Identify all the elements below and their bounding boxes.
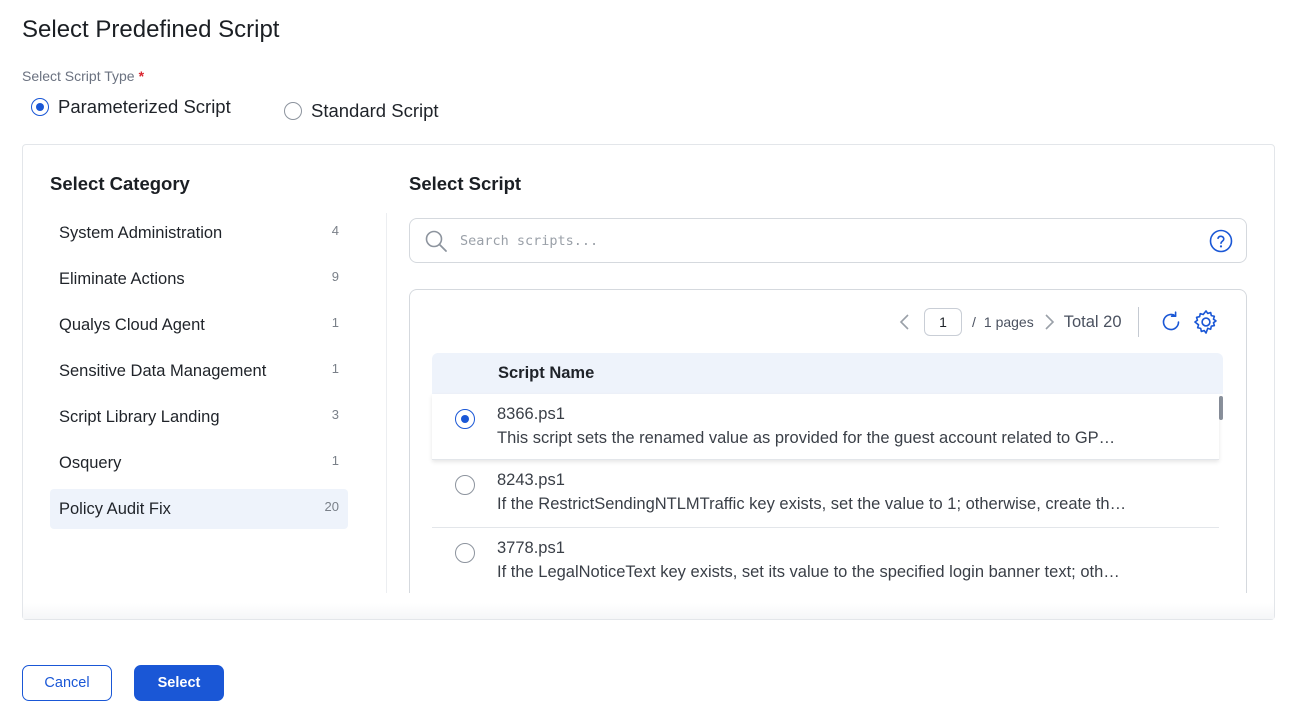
row-radio-checked[interactable] [455,409,475,429]
script-description: This script sets the renamed value as pr… [497,429,1116,447]
script-type-label: Select Script Type * [22,68,144,84]
script-selection-panel: Select Category System Administration 4 … [22,144,1275,620]
dialog-title: Select Predefined Script [22,16,280,43]
scrollbar-thumb[interactable] [1219,396,1223,420]
radio-label-parameterized: Parameterized Script [58,96,231,117]
category-count: 4 [331,222,339,238]
select-script-title: Select Script [409,173,522,194]
category-item-script-library-landing[interactable]: Script Library Landing 3 [50,397,348,437]
radio-button-checked[interactable] [31,98,49,116]
table-row[interactable]: 3778.ps1 If the LegalNoticeText key exis… [432,528,1219,593]
script-search-box [409,218,1247,263]
category-label: Script Library Landing [59,407,220,426]
category-count: 20 [324,498,339,514]
page-number-input[interactable] [924,308,962,336]
script-description: If the LegalNoticeText key exists, set i… [497,563,1120,581]
radio-button-unchecked[interactable] [284,102,302,120]
table-row[interactable]: 8366.ps1 This script sets the renamed va… [432,394,1219,460]
total-count: Total 20 [1063,312,1122,331]
page-separator: / [972,314,976,330]
category-count: 1 [331,360,339,376]
script-name: 8366.ps1 [497,405,565,423]
category-label: Policy Audit Fix [59,499,171,518]
select-button[interactable]: Select [134,665,224,701]
column-header-script-name[interactable]: Script Name [498,364,594,383]
help-icon[interactable] [1209,229,1233,258]
panel-bottom-fade [23,603,1274,619]
search-icon [424,229,448,258]
gear-icon[interactable] [1193,309,1219,335]
category-item-qualys-cloud-agent[interactable]: Qualys Cloud Agent 1 [50,305,348,345]
category-count: 9 [331,268,339,284]
script-table-body: 8366.ps1 This script sets the renamed va… [432,394,1219,593]
pages-label: 1 pages [983,314,1034,330]
category-label: Qualys Cloud Agent [59,315,205,334]
search-input[interactable] [460,229,1180,253]
script-table-container: / 1 pages Total 20 Script Name [409,289,1247,593]
script-name: 8243.ps1 [497,471,565,489]
row-radio-unchecked[interactable] [455,543,475,563]
pagination-bar: / 1 pages Total 20 [898,307,1219,337]
category-label: Eliminate Actions [59,269,185,288]
category-count: 1 [331,452,339,468]
radio-standard-script[interactable]: Standard Script [284,100,439,122]
table-header: Script Name [432,353,1223,394]
category-count: 1 [331,314,339,330]
chevron-right-icon[interactable] [1042,312,1056,332]
required-asterisk: * [138,68,145,84]
select-predefined-script-dialog: Select Predefined Script Select Script T… [0,0,1307,715]
panel-divider [386,213,387,593]
refresh-icon[interactable] [1159,310,1183,334]
radio-label-standard: Standard Script [311,100,439,121]
category-item-osquery[interactable]: Osquery 1 [50,443,348,483]
select-category-title: Select Category [50,173,190,194]
script-type-label-text: Select Script Type [22,68,135,84]
radio-parameterized-script[interactable]: Parameterized Script [31,96,231,118]
script-name: 3778.ps1 [497,539,565,557]
category-item-sensitive-data-management[interactable]: Sensitive Data Management 1 [50,351,348,391]
chevron-left-icon[interactable] [898,312,912,332]
category-item-system-administration[interactable]: System Administration 4 [50,213,348,253]
table-scrollbar[interactable] [1219,394,1224,593]
cancel-button[interactable]: Cancel [22,665,112,701]
category-label: Osquery [59,453,122,472]
toolbar-divider [1137,307,1139,337]
category-item-policy-audit-fix[interactable]: Policy Audit Fix 20 [50,489,348,529]
row-radio-unchecked[interactable] [455,475,475,495]
category-list: System Administration 4 Eliminate Action… [50,213,348,535]
category-item-eliminate-actions[interactable]: Eliminate Actions 9 [50,259,348,299]
script-description: If the RestrictSendingNTLMTraffic key ex… [497,495,1127,513]
category-count: 3 [331,406,339,422]
category-label: System Administration [59,223,223,242]
category-label: Sensitive Data Management [59,361,267,380]
table-row[interactable]: 8243.ps1 If the RestrictSendingNTLMTraff… [432,460,1219,528]
